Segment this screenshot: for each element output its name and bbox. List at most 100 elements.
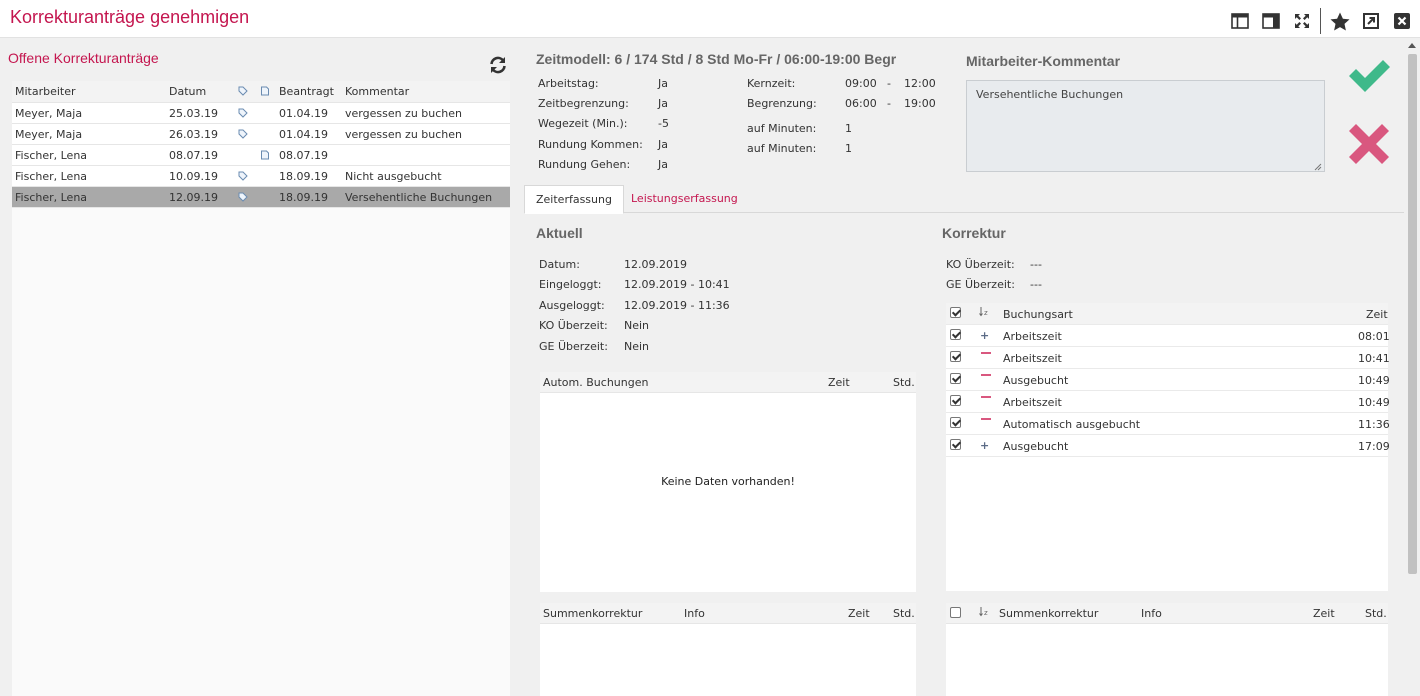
col-zeit[interactable]: Zeit <box>848 607 870 620</box>
row-datum: 08.07.19 <box>169 149 218 162</box>
row-buchungsart: Arbeitszeit <box>1003 352 1062 365</box>
korrektur-row[interactable]: Automatisch ausgebucht 11:36 <box>946 413 1390 435</box>
col-zeit[interactable]: Zeit <box>1366 308 1388 321</box>
open-external-icon[interactable] <box>1361 11 1381 31</box>
request-row-selected[interactable]: Fischer, Lena 12.09.19 18.09.19 Versehen… <box>12 187 510 208</box>
korrektur-row[interactable]: + Arbeitszeit 08:01 <box>946 325 1390 347</box>
korrektur-row[interactable]: + Ausgebucht 17:09 <box>946 435 1390 457</box>
ge-ueberzeit-label: GE Überzeit: <box>539 340 608 353</box>
tab-leistungserfassung[interactable]: Leistungserfassung <box>620 185 749 214</box>
row-checkbox[interactable] <box>950 351 961 362</box>
sort-icon[interactable]: z <box>979 306 990 320</box>
col-std[interactable]: Std. <box>893 376 915 389</box>
ko-ueberzeit-value: --- <box>1030 258 1042 271</box>
autom-buchungen-grid: Autom. Buchungen Zeit Std. Keine Daten v… <box>540 372 916 592</box>
request-row[interactable]: Meyer, Maja 26.03.19 01.04.19 vergessen … <box>12 124 510 145</box>
scrollbar-thumb[interactable] <box>1408 54 1417 574</box>
vertical-scrollbar[interactable] <box>1404 39 1420 696</box>
korrektur-header: z Buchungsart Zeit <box>946 303 1388 325</box>
col-summenkorrektur[interactable]: Summenkorrektur <box>543 607 642 620</box>
row-kommentar: Versehentliche Buchungen <box>345 191 493 204</box>
row-checkbox[interactable] <box>950 373 961 384</box>
col-mitarbeiter[interactable]: Mitarbeiter <box>15 85 76 98</box>
fullscreen-icon[interactable] <box>1292 11 1312 31</box>
svg-text:z: z <box>984 309 988 317</box>
ge-ueberzeit-label: GE Überzeit: <box>946 278 1015 291</box>
rundung-kommen-value: Ja <box>658 138 668 151</box>
tab-bar: Zeiterfassung Leistungserfassung <box>524 185 1404 214</box>
ge-ueberzeit-value: --- <box>1030 278 1042 291</box>
resize-grip-icon[interactable] <box>1314 161 1322 171</box>
close-window-icon[interactable] <box>1392 11 1412 31</box>
checkmark-icon <box>1349 60 1390 92</box>
open-requests-panel: Offene Korrekturanträge Mitarbeiter Datu… <box>0 39 520 696</box>
col-summenkorrektur[interactable]: Summenkorrektur <box>999 607 1098 620</box>
kommentar-text: Versehentliche Buchungen <box>976 88 1124 101</box>
star-favorite-icon[interactable] <box>1330 11 1350 31</box>
minus-icon <box>981 374 991 376</box>
toolbar-separator <box>1320 8 1321 34</box>
ko-ueberzeit-label: KO Überzeit: <box>539 319 608 332</box>
col-zeit[interactable]: Zeit <box>1313 607 1335 620</box>
col-datum[interactable]: Datum <box>169 85 206 98</box>
row-beantragt: 18.09.19 <box>279 191 328 204</box>
col-info[interactable]: Info <box>1141 607 1162 620</box>
ausgeloggt-label: Ausgeloggt: <box>539 299 605 312</box>
begrenzung-label: Begrenzung: <box>747 97 817 110</box>
row-checkbox[interactable] <box>950 439 961 450</box>
request-row[interactable]: Meyer, Maja 25.03.19 01.04.19 vergessen … <box>12 103 510 124</box>
col-beantragt[interactable]: Beantragt <box>279 85 334 98</box>
layout-left-panel-icon[interactable] <box>1230 11 1250 31</box>
korrektur-row[interactable]: Ausgebucht 10:49 <box>946 369 1390 391</box>
x-cross-icon <box>1349 124 1389 164</box>
approve-button[interactable] <box>1346 55 1392 95</box>
korrektur-row[interactable]: Arbeitszeit 10:41 <box>946 347 1390 369</box>
sort-icon[interactable]: z <box>979 606 990 620</box>
select-all-checkbox[interactable] <box>950 307 961 318</box>
refresh-icon[interactable] <box>488 55 508 75</box>
select-all-checkbox[interactable] <box>950 607 961 618</box>
zeitmodell-title: Zeitmodell: 6 / 174 Std / 8 Std Mo-Fr / … <box>536 51 897 67</box>
eingeloggt-value: 12.09.2019 - 10:41 <box>624 278 730 291</box>
row-checkbox[interactable] <box>950 395 961 406</box>
col-std[interactable]: Std. <box>893 607 915 620</box>
begrenzung-from: 06:00 <box>845 97 877 110</box>
request-row[interactable]: Fischer, Lena 10.09.19 18.09.19 Nicht au… <box>12 166 510 187</box>
col-kommentar[interactable]: Kommentar <box>345 85 409 98</box>
col-autom-buchungen[interactable]: Autom. Buchungen <box>543 376 648 389</box>
row-buchungsart: Ausgebucht <box>1003 440 1069 453</box>
open-requests-title: Offene Korrekturanträge <box>8 50 159 66</box>
datum-label: Datum: <box>539 258 580 271</box>
tag-icon <box>238 129 248 139</box>
col-buchungsart[interactable]: Buchungsart <box>1003 308 1073 321</box>
mitarbeiter-kommentar-textarea[interactable]: Versehentliche Buchungen <box>966 80 1325 172</box>
layout-right-panel-icon[interactable] <box>1261 11 1281 31</box>
row-mitarbeiter: Meyer, Maja <box>15 128 83 141</box>
row-zeit: 10:41 <box>1358 352 1390 365</box>
request-row[interactable]: Fischer, Lena 08.07.19 08.07.19 <box>12 145 510 166</box>
row-datum: 12.09.19 <box>169 191 218 204</box>
requests-table-header: Mitarbeiter Datum Beantragt Kommentar <box>12 81 510 103</box>
row-mitarbeiter: Fischer, Lena <box>15 149 88 162</box>
document-icon <box>260 150 270 160</box>
title-bar: Korrekturanträge genehmigen <box>0 0 1420 38</box>
scroll-up-arrow-icon[interactable] <box>1408 43 1416 48</box>
zeitbegrenzung-label: Zeitbegrenzung: <box>538 97 629 110</box>
row-checkbox[interactable] <box>950 329 961 340</box>
col-std[interactable]: Std. <box>1365 607 1387 620</box>
kernzeit-label: Kernzeit: <box>747 77 796 90</box>
zeitbegrenzung-value: Ja <box>658 97 668 110</box>
col-info[interactable]: Info <box>684 607 705 620</box>
ge-ueberzeit-value: Nein <box>624 340 650 353</box>
row-kommentar: vergessen zu buchen <box>345 128 463 141</box>
arbeitstag-value: Ja <box>658 77 668 90</box>
reject-button[interactable] <box>1348 123 1390 165</box>
kernzeit-dash: - <box>887 77 891 90</box>
col-zeit[interactable]: Zeit <box>828 376 850 389</box>
empty-message: Keine Daten vorhanden! <box>661 475 795 488</box>
row-kommentar: Nicht ausgebucht <box>345 170 442 183</box>
row-checkbox[interactable] <box>950 417 961 428</box>
tab-zeiterfassung[interactable]: Zeiterfassung <box>524 185 624 214</box>
document-icon <box>260 86 270 96</box>
korrektur-row[interactable]: Arbeitszeit 10:49 <box>946 391 1390 413</box>
